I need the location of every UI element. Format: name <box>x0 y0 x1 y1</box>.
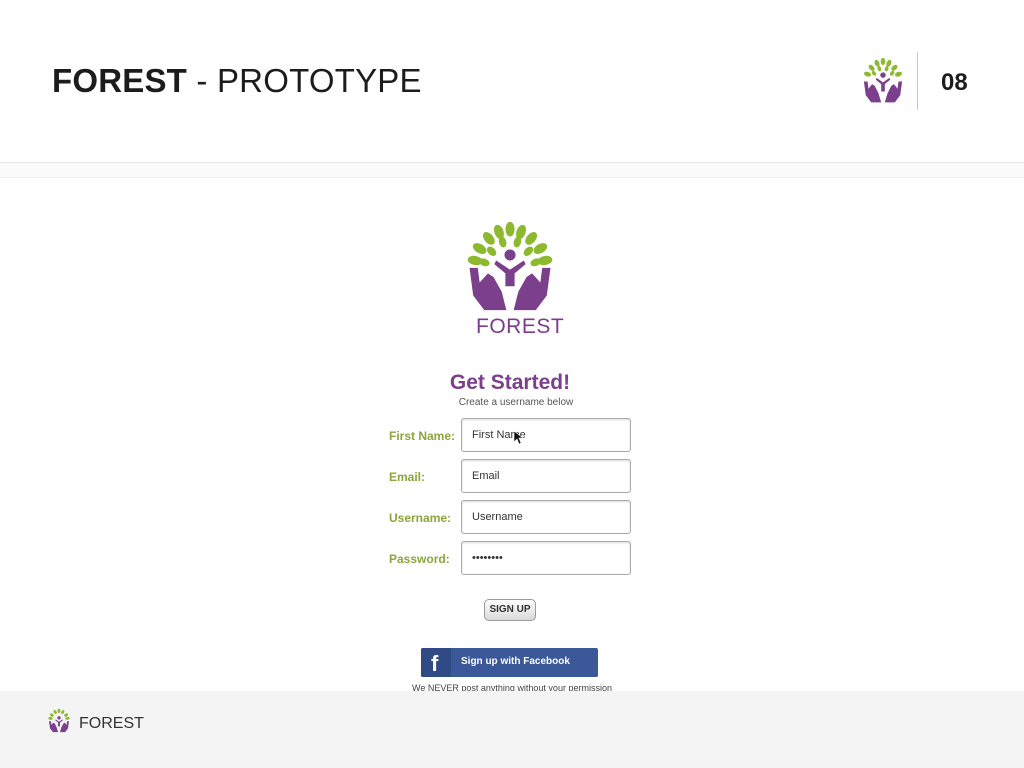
slide-header: FOREST - PROTOTYPE 08 <box>0 0 1024 163</box>
slide-footer: FOREST <box>0 691 1024 768</box>
username-input[interactable] <box>461 500 631 534</box>
slide-title: FOREST - PROTOTYPE <box>52 62 422 100</box>
app-brand-name: FOREST <box>476 315 565 338</box>
slide-title-bold: FOREST <box>52 62 188 99</box>
form-subtitle: Create a username below <box>458 397 574 408</box>
mouse-cursor-icon <box>514 431 523 444</box>
facebook-signup-label: Sign up with Facebook <box>461 656 570 667</box>
form-heading: Get Started! <box>449 371 571 394</box>
first-name-input[interactable] <box>461 418 631 452</box>
facebook-signup-button[interactable]: f Sign up with Facebook <box>421 648 598 677</box>
header-divider <box>917 52 918 110</box>
slide-title-rest: - PROTOTYPE <box>187 62 422 99</box>
forest-logo-icon <box>467 221 553 311</box>
facebook-icon-glyph: f <box>431 651 439 676</box>
email-input[interactable] <box>461 459 631 493</box>
facebook-icon: f <box>421 648 451 677</box>
forest-logo-icon <box>48 708 70 733</box>
password-label: Password: <box>389 552 450 566</box>
footer-brand: FOREST <box>79 715 144 732</box>
first-name-label: First Name: <box>389 429 456 443</box>
page-number: 08 <box>941 69 968 96</box>
username-label: Username: <box>389 511 452 525</box>
sign-up-button[interactable]: SIGN UP <box>484 599 536 621</box>
password-input[interactable] <box>461 541 631 575</box>
forest-logo-icon <box>863 57 903 103</box>
email-label: Email: <box>389 470 426 484</box>
